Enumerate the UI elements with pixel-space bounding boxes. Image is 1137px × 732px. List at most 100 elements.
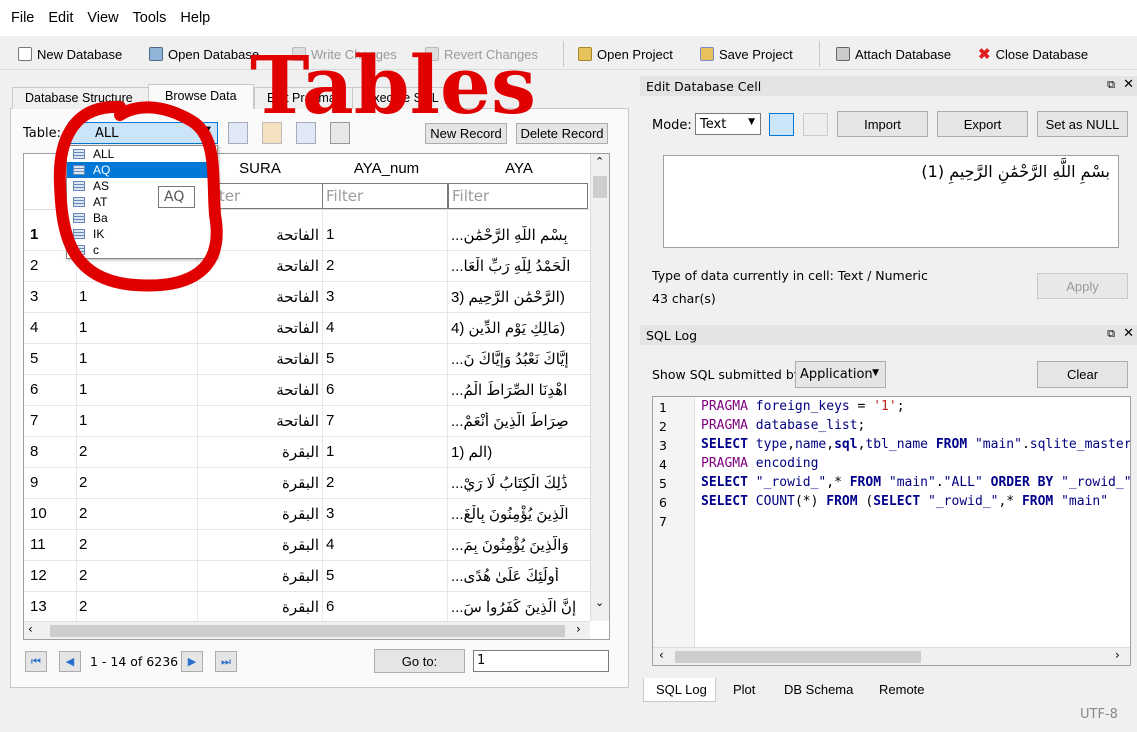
export-button[interactable]: Export xyxy=(937,111,1028,137)
table-cell[interactable]: 2 xyxy=(79,474,194,491)
table-cell[interactable]: 2 xyxy=(79,505,194,522)
clear-button[interactable]: Clear xyxy=(1037,361,1128,388)
go-to-button[interactable]: Go to: xyxy=(374,649,465,673)
table-cell[interactable]: 2 xyxy=(79,567,194,584)
table-cell[interactable]: 5 xyxy=(326,350,444,367)
table-cell[interactable]: 6 xyxy=(326,598,444,615)
table-cell[interactable]: (مَالِكِ يَوْمِ الدِّينِ (4 xyxy=(451,319,587,337)
attach-database-button[interactable]: Attach Database xyxy=(836,44,951,64)
close-panel-icon[interactable]: ✕ xyxy=(1123,326,1134,341)
horizontal-scrollbar[interactable]: ‹ › xyxy=(24,621,590,639)
word-wrap-icon[interactable] xyxy=(803,113,828,136)
table-cell[interactable]: اهْدِنَا الصِّرَاطَ الْمُ... xyxy=(451,381,587,399)
table-row[interactable]: 7 1 الفاتحة 7 صِرَاطَ الَّذِينَ أَنْعَمْ... xyxy=(24,406,590,437)
scroll-left-icon[interactable]: ‹ xyxy=(659,648,664,662)
column-header-aya-num[interactable]: AYA_num xyxy=(324,160,449,182)
table-cell[interactable]: 7 xyxy=(326,412,444,429)
table-cell[interactable]: وَالَّذِينَ يُؤْمِنُونَ بِمَ... xyxy=(451,536,587,554)
table-cell[interactable]: البقرة xyxy=(199,598,319,616)
table-cell[interactable]: إِيَّاكَ نَعْبُدُ وَإِيَّاكَ نَ... xyxy=(451,350,587,368)
table-cell[interactable]: 2 xyxy=(326,257,444,274)
table-cell[interactable]: 1 xyxy=(326,226,444,243)
table-cell[interactable]: 1 xyxy=(79,412,194,429)
table-row[interactable]: 9 2 البقرة 2 ذَٰلِكَ الْكِتَابُ لَا رَيْ... xyxy=(24,468,590,499)
menu-help[interactable]: Help xyxy=(180,10,210,26)
table-cell[interactable]: صِرَاطَ الَّذِينَ أَنْعَمْ... xyxy=(451,412,587,430)
mode-select[interactable]: Text ▼ xyxy=(695,113,761,135)
import-button[interactable]: Import xyxy=(837,111,928,137)
set-as-null-button[interactable]: Set as NULL xyxy=(1037,111,1128,137)
table-cell[interactable]: البقرة xyxy=(199,505,319,523)
scroll-up-icon[interactable]: ⌃ xyxy=(595,155,604,168)
column-header-aya[interactable]: AYA xyxy=(449,160,589,182)
submitted-by-select[interactable]: Application ▼ xyxy=(795,361,886,388)
table-cell[interactable]: 4 xyxy=(326,536,444,553)
table-cell[interactable]: أُولَٰئِكَ عَلَىٰ هُدًى... xyxy=(451,567,587,585)
table-cell[interactable]: 1 xyxy=(79,350,194,367)
table-row[interactable]: 10 2 البقرة 3 الَّذِينَ يُؤْمِنُونَ بِالْغَ.… xyxy=(24,499,590,530)
table-cell[interactable]: 2 xyxy=(79,598,194,615)
new-database-button[interactable]: New Database xyxy=(18,44,122,64)
menu-file[interactable]: File xyxy=(11,10,34,26)
auto-switch-mode-icon[interactable] xyxy=(769,113,794,136)
close-database-button[interactable]: ✖ Close Database xyxy=(978,44,1088,64)
table-cell[interactable]: البقرة xyxy=(199,536,319,554)
float-panel-icon[interactable]: ⧉ xyxy=(1107,327,1115,341)
float-panel-icon[interactable]: ⧉ xyxy=(1107,78,1115,92)
sql-log-editor[interactable]: 1 2 3 4 5 6 7 PRAGMA foreign_keys = '1'; PRAGM… xyxy=(652,396,1131,666)
cell-editor[interactable]: بسْمِ اللَّهِ الرَّحْمَٰنِ الرَّحِيمِ (1… xyxy=(663,155,1119,248)
table-row[interactable]: 5 1 الفاتحة 5 إِيَّاكَ نَعْبُدُ وَإِيَّاكَ ن… xyxy=(24,344,590,375)
save-project-button[interactable]: Save Project xyxy=(700,44,793,64)
last-page-icon[interactable]: ⏭ xyxy=(215,651,237,672)
table-cell[interactable]: الفاتحة xyxy=(199,319,319,337)
scroll-left-icon[interactable]: ‹ xyxy=(28,622,33,636)
scrollbar-thumb[interactable] xyxy=(675,651,921,663)
filter-aya-num[interactable]: Filter xyxy=(322,183,448,209)
table-cell[interactable]: 6 xyxy=(326,381,444,398)
open-project-button[interactable]: Open Project xyxy=(578,44,673,64)
table-cell[interactable]: 3 xyxy=(326,288,444,305)
tab-sql-log[interactable]: SQL Log xyxy=(643,678,716,702)
table-cell[interactable]: 1 xyxy=(326,443,444,460)
table-cell[interactable]: 1 xyxy=(79,319,194,336)
scrollbar-thumb[interactable] xyxy=(593,176,607,198)
scrollbar-thumb[interactable] xyxy=(50,625,565,637)
table-row[interactable]: 8 2 البقرة 1 (الم (1 xyxy=(24,437,590,468)
table-cell[interactable]: 1 xyxy=(79,381,194,398)
first-page-icon[interactable]: ⏮ xyxy=(25,651,47,672)
table-cell[interactable]: الْحَمْدُ لِلَّهِ رَبِّ الْعَا... xyxy=(451,257,587,275)
table-cell[interactable]: ذَٰلِكَ الْكِتَابُ لَا رَيْ... xyxy=(451,474,587,492)
table-row[interactable]: 4 1 الفاتحة 4 (مَالِكِ يَوْمِ الدِّينِ (4 xyxy=(24,313,590,344)
table-cell[interactable]: 3 xyxy=(326,505,444,522)
previous-page-icon[interactable]: ◀ xyxy=(59,651,81,672)
apply-button[interactable]: Apply xyxy=(1037,273,1128,299)
filter-aya[interactable]: Filter xyxy=(448,183,588,209)
table-cell[interactable]: البقرة xyxy=(199,474,319,492)
tab-db-schema[interactable]: DB Schema xyxy=(784,682,853,697)
scroll-down-icon[interactable]: ⌄ xyxy=(595,596,604,609)
table-cell[interactable]: (الم (1 xyxy=(451,443,587,461)
table-cell[interactable]: إِنَّ الَّذِينَ كَفَرُوا سَ... xyxy=(451,598,587,616)
table-cell[interactable]: الفاتحة xyxy=(199,350,319,368)
table-cell[interactable]: البقرة xyxy=(199,567,319,585)
vertical-scrollbar[interactable]: ⌃ ⌄ xyxy=(590,154,609,621)
open-database-button[interactable]: Open Database xyxy=(149,44,259,64)
table-cell[interactable]: الفاتحة xyxy=(199,381,319,399)
scroll-right-icon[interactable]: › xyxy=(1115,648,1120,662)
menu-tools[interactable]: Tools xyxy=(133,10,167,26)
table-cell[interactable]: 4 xyxy=(326,319,444,336)
table-cell[interactable]: الَّذِينَ يُؤْمِنُونَ بِالْغَ... xyxy=(451,505,587,523)
table-row[interactable]: 6 1 الفاتحة 6 اهْدِنَا الصِّرَاطَ الْمُ... xyxy=(24,375,590,406)
table-cell[interactable]: بِسْمِ اللَّهِ الرَّحْمَٰنِ... xyxy=(451,226,587,244)
table-cell[interactable]: 2 xyxy=(79,443,194,460)
table-cell[interactable]: 5 xyxy=(326,567,444,584)
table-row[interactable]: 12 2 البقرة 5 أُولَٰئِكَ عَلَىٰ هُدًى... xyxy=(24,561,590,592)
horizontal-scrollbar[interactable]: ‹ › xyxy=(653,647,1130,665)
table-row[interactable]: 13 2 البقرة 6 إِنَّ الَّذِينَ كَفَرُوا سَ... xyxy=(24,592,590,623)
menu-edit[interactable]: Edit xyxy=(48,10,73,26)
scroll-right-icon[interactable]: › xyxy=(576,622,581,636)
table-row[interactable]: 11 2 البقرة 4 وَالَّذِينَ يُؤْمِنُونَ بِمَ..… xyxy=(24,530,590,561)
go-to-input[interactable]: 1 xyxy=(473,650,609,672)
close-panel-icon[interactable]: ✕ xyxy=(1123,77,1134,92)
table-cell[interactable]: 2 xyxy=(79,536,194,553)
